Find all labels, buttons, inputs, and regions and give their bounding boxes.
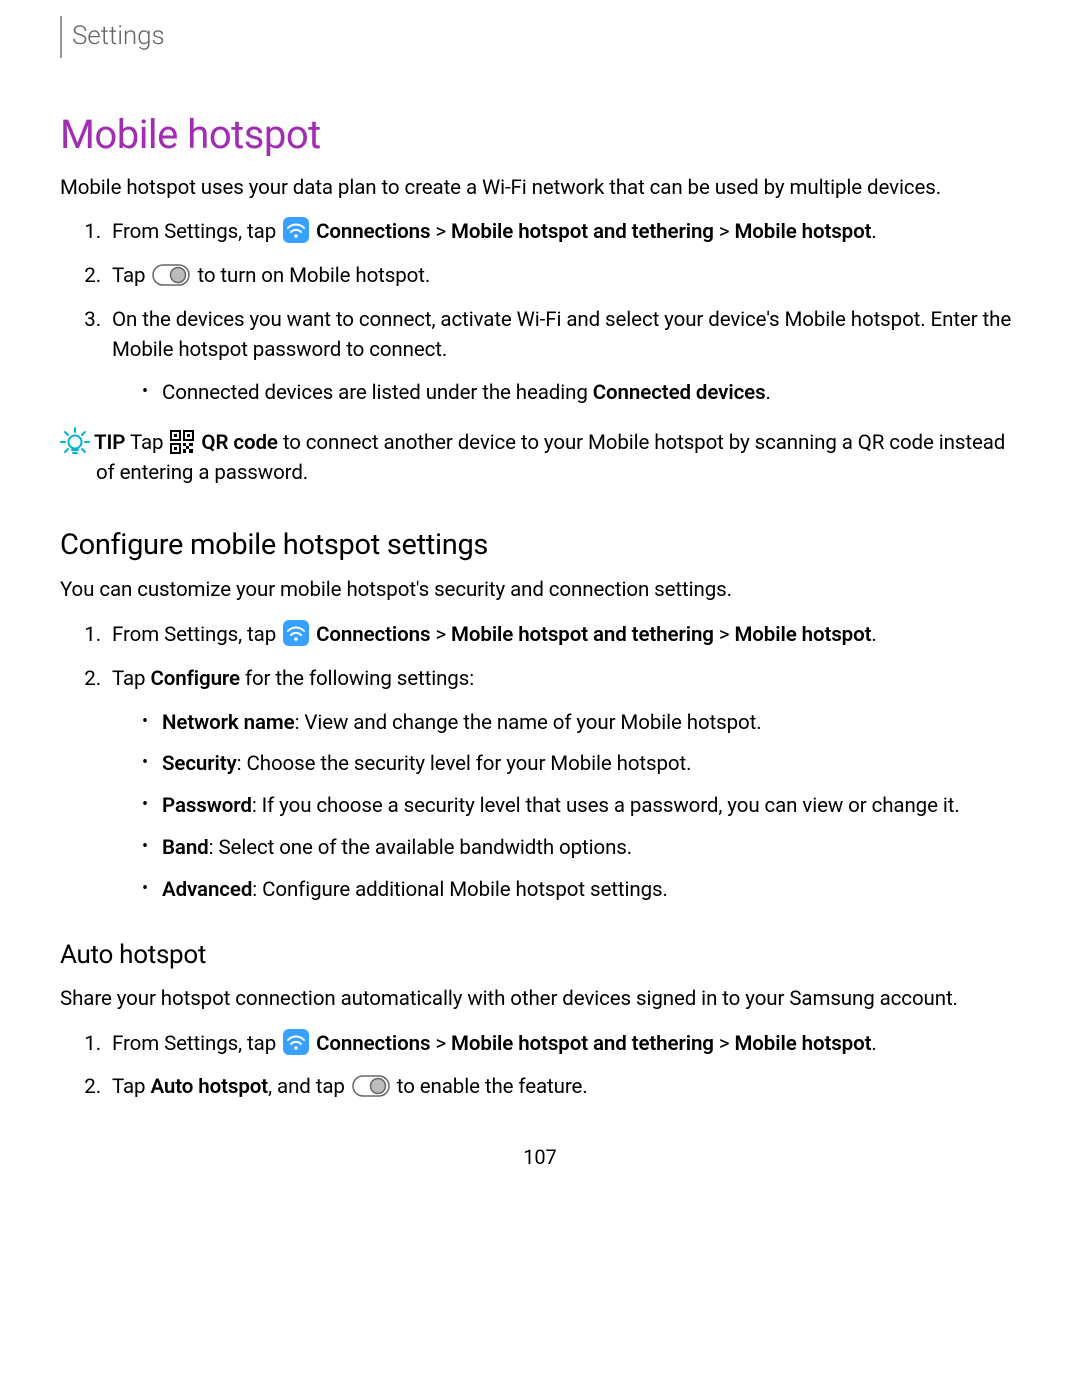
- bold-mht: Mobile hotspot and tethering: [451, 1032, 714, 1056]
- configure-intro: You can customize your mobile hotspot's …: [60, 576, 1020, 606]
- opt-text: : Configure additional Mobile hotspot se…: [252, 878, 667, 902]
- opt-password: Password: If you choose a security level…: [142, 792, 1020, 822]
- opt-label: Network name: [162, 711, 295, 735]
- separator: >: [714, 220, 735, 244]
- separator: >: [430, 1032, 451, 1056]
- opt-text: : Select one of the available bandwidth …: [209, 836, 632, 860]
- step-3: On the devices you want to connect, acti…: [106, 306, 1020, 409]
- bold-mobile-hotspot: Mobile hotspot: [734, 623, 871, 647]
- tip-lightbulb-icon: [60, 427, 90, 457]
- auto-step-1: From Settings, tap Connections > Mobile …: [106, 1029, 1020, 1060]
- text: Tap: [112, 1075, 150, 1099]
- bold-connections: Connections: [316, 220, 430, 244]
- auto-hotspot-intro: Share your hotspot connection automatica…: [60, 985, 1020, 1015]
- bold-connections: Connections: [316, 623, 430, 647]
- text: On the devices you want to connect, acti…: [112, 308, 1011, 362]
- bold-mobile-hotspot: Mobile hotspot: [734, 220, 871, 244]
- opt-text: : If you choose a security level that us…: [252, 794, 960, 818]
- configure-step-2: Tap Configure for the following settings…: [106, 665, 1020, 905]
- intro-paragraph: Mobile hotspot uses your data plan to cr…: [60, 174, 1020, 204]
- text: Tap: [112, 264, 150, 288]
- text: to enable the feature.: [392, 1075, 588, 1099]
- text: From Settings, tap: [112, 623, 281, 647]
- qr-code-icon: [170, 430, 194, 454]
- connections-icon: [283, 620, 309, 646]
- text: From Settings, tap: [112, 1032, 281, 1056]
- opt-label: Password: [162, 794, 252, 818]
- text: Tap: [112, 667, 150, 691]
- bold-mobile-hotspot: Mobile hotspot: [734, 1032, 871, 1056]
- text: Tap: [125, 431, 168, 455]
- configure-options: Network name: View and change the name o…: [142, 709, 1020, 906]
- step-3-sublist: Connected devices are listed under the h…: [142, 379, 1020, 409]
- configure-step-1: From Settings, tap Connections > Mobile …: [106, 620, 1020, 651]
- toggle-icon: [352, 1075, 390, 1097]
- text: From Settings, tap: [112, 220, 281, 244]
- text: .: [871, 220, 876, 244]
- page-title: Mobile hotspot: [60, 106, 1020, 164]
- bold-connected-devices: Connected devices: [593, 381, 766, 405]
- step-2: Tap to turn on Mobile hotspot.: [106, 262, 1020, 292]
- sub-bullet: Connected devices are listed under the h…: [142, 379, 1020, 409]
- step-1: From Settings, tap Connections > Mobile …: [106, 217, 1020, 248]
- separator: >: [714, 1032, 735, 1056]
- opt-band: Band: Select one of the available bandwi…: [142, 834, 1020, 864]
- configure-heading: Configure mobile hotspot settings: [60, 524, 1020, 566]
- connections-icon: [283, 1029, 309, 1055]
- opt-label: Band: [162, 836, 209, 860]
- opt-label: Security: [162, 752, 237, 776]
- opt-text: : Choose the security level for your Mob…: [237, 752, 692, 776]
- separator: >: [430, 220, 451, 244]
- auto-step-2: Tap Auto hotspot, and tap to enable the …: [106, 1073, 1020, 1103]
- auto-hotspot-steps: From Settings, tap Connections > Mobile …: [106, 1029, 1020, 1103]
- page-number: 107: [60, 1143, 1020, 1172]
- opt-label: Advanced: [162, 878, 252, 902]
- text: Connected devices are listed under the h…: [162, 381, 593, 405]
- opt-advanced: Advanced: Configure additional Mobile ho…: [142, 876, 1020, 906]
- bold-qr-code: QR code: [201, 431, 277, 455]
- bold-auto-hotspot: Auto hotspot: [150, 1075, 268, 1099]
- separator: >: [430, 623, 451, 647]
- text: for the following settings:: [240, 667, 474, 691]
- connections-icon: [283, 217, 309, 243]
- text: to turn on Mobile hotspot.: [192, 264, 430, 288]
- tip-callout: TIP Tap QR code to connect another devic…: [60, 427, 1020, 488]
- opt-security: Security: Choose the security level for …: [142, 750, 1020, 780]
- opt-network-name: Network name: View and change the name o…: [142, 709, 1020, 739]
- breadcrumb: Settings: [60, 16, 1020, 58]
- main-steps: From Settings, tap Connections > Mobile …: [106, 217, 1020, 409]
- bold-mht: Mobile hotspot and tethering: [451, 623, 714, 647]
- text: .: [871, 623, 876, 647]
- bold-connections: Connections: [316, 1032, 430, 1056]
- tip-label: TIP: [94, 431, 125, 455]
- bold-mht: Mobile hotspot and tethering: [451, 220, 714, 244]
- text: .: [766, 381, 771, 405]
- bold-configure: Configure: [150, 667, 240, 691]
- auto-hotspot-heading: Auto hotspot: [60, 937, 1020, 975]
- text: , and tap: [268, 1075, 350, 1099]
- text: .: [871, 1032, 876, 1056]
- separator: >: [714, 623, 735, 647]
- toggle-icon: [152, 264, 190, 286]
- opt-text: : View and change the name of your Mobil…: [295, 711, 762, 735]
- configure-steps: From Settings, tap Connections > Mobile …: [106, 620, 1020, 905]
